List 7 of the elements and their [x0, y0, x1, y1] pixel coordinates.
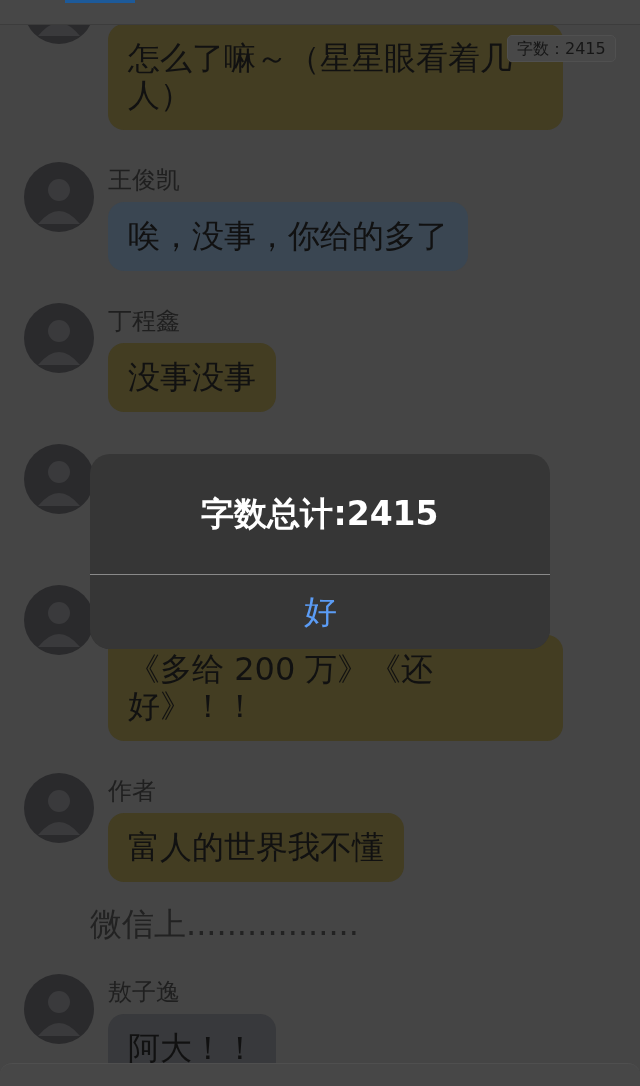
message-bubble: 唉，没事，你给的多了 — [108, 202, 468, 271]
avatar[interactable] — [24, 974, 94, 1044]
avatar[interactable] — [24, 303, 94, 373]
avatar[interactable] — [24, 773, 94, 843]
tab-indicator — [65, 0, 135, 3]
avatar[interactable] — [24, 444, 94, 514]
avatar[interactable] — [24, 162, 94, 232]
